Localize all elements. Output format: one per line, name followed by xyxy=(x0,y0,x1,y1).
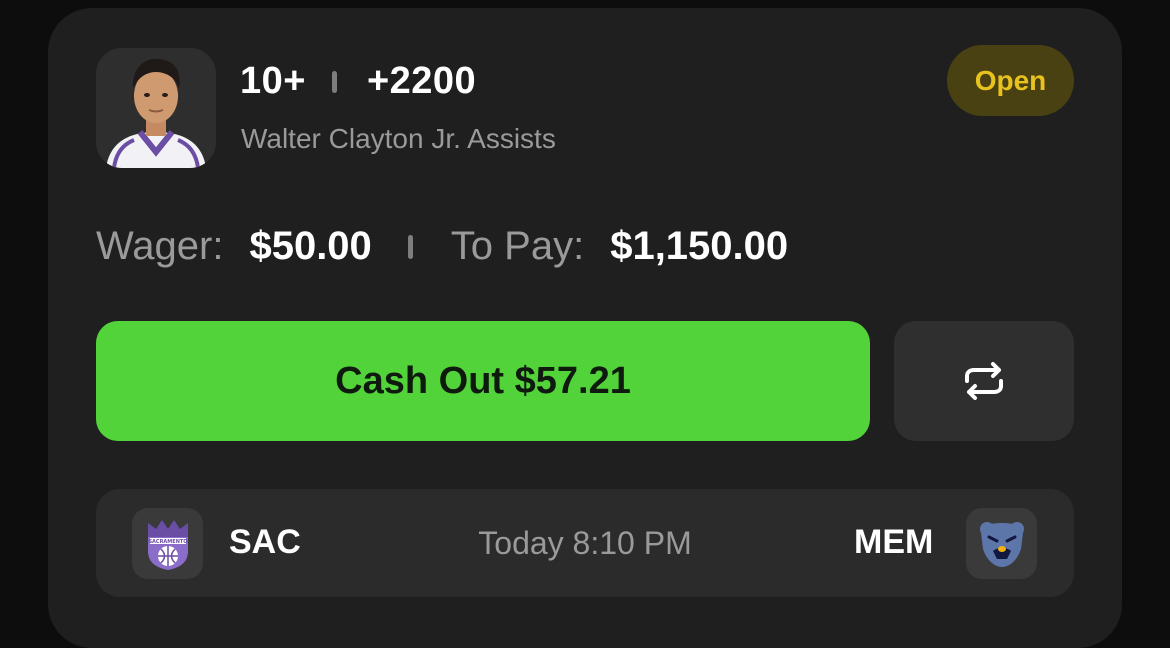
separator xyxy=(407,234,413,259)
player-avatar xyxy=(96,48,216,168)
cash-out-button[interactable]: Cash Out $57.21 xyxy=(96,321,870,441)
mem-grizzlies-logo-icon xyxy=(966,508,1037,579)
separator xyxy=(331,70,337,93)
player-headshot-icon xyxy=(96,48,216,168)
repeat-button[interactable] xyxy=(894,321,1074,441)
away-team-abbr: MEM xyxy=(854,523,934,561)
topay-label: To Pay: xyxy=(450,224,585,268)
repeat-icon xyxy=(965,362,1003,400)
wager-label: Wager: xyxy=(96,224,224,268)
wager-row: Wager: $50.00 To Pay: $1,150.00 xyxy=(96,224,788,269)
bet-odds: +2200 xyxy=(366,60,477,102)
bet-line: 10+ xyxy=(240,60,306,102)
status-badge: Open xyxy=(947,45,1074,116)
topay-value: $1,150.00 xyxy=(610,224,789,268)
game-info-bar[interactable]: SACRAMENTO SAC Today 8:10 PM MEM xyxy=(96,489,1074,597)
wager-value: $50.00 xyxy=(249,224,372,268)
bet-headline: 10+ +2200 xyxy=(240,60,476,103)
bet-market: Walter Clayton Jr. Assists xyxy=(241,123,556,154)
